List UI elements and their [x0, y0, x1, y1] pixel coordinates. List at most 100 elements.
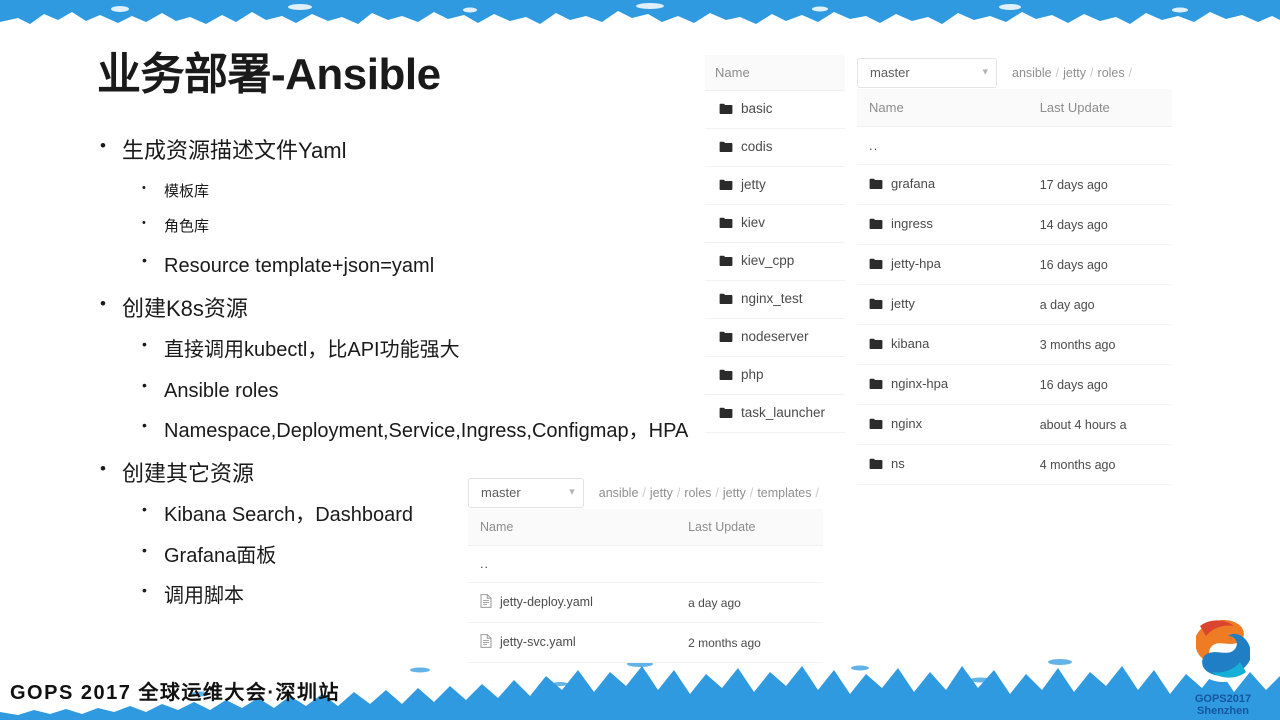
outline-l2-0-2: Resource template+json=yaml — [92, 251, 692, 279]
breadcrumb-item[interactable]: jetty — [650, 486, 673, 500]
file-name-label: kiev — [741, 215, 766, 230]
table-row[interactable]: jetty-svc.yaml 2 months ago — [468, 622, 823, 663]
file-table: Name Last Update .. grafana 17 days ago ing… — [857, 89, 1172, 485]
file-name-label: kiev_cpp — [741, 253, 795, 268]
logo-line-2: Shenzhen — [1197, 705, 1249, 718]
table-row[interactable]: basic — [705, 90, 845, 129]
folder-icon — [719, 407, 733, 422]
folder-icon — [719, 179, 733, 194]
outline-l2-1-1: Ansible roles — [92, 376, 692, 404]
last-update-cell: a day ago — [688, 582, 823, 623]
file-name-label: nginx-hpa — [891, 376, 949, 391]
footer-branding: GOPS 2017 全球运维大会·深圳站 — [10, 682, 341, 704]
file-name-cell[interactable]: grafana — [857, 164, 1040, 205]
empty-cell — [1039, 126, 1172, 165]
outline-l2-1-2: Namespace,Deployment,Service,Ingress,Con… — [92, 416, 692, 444]
column-header-name: Name — [468, 509, 689, 546]
file-name-cell[interactable]: jetty-svc.yaml — [468, 622, 689, 663]
outline-group-2: 创建K8s资源 直接调用kubectl，比API功能强大 Ansible rol… — [92, 293, 692, 445]
table-row[interactable]: nodeserver — [705, 318, 845, 357]
parent-directory-row[interactable]: .. — [468, 545, 823, 583]
branch-select[interactable]: master ▾ — [468, 477, 584, 508]
file-name-label: codis — [741, 139, 773, 154]
file-name-cell[interactable]: kiev_cpp — [705, 242, 845, 281]
last-update-cell: 3 months ago — [1039, 324, 1172, 365]
file-name-cell[interactable]: jetty — [705, 166, 845, 205]
folder-icon — [719, 293, 733, 308]
last-update-cell: 4 months ago — [1039, 444, 1172, 485]
file-table-head: Name Last Update — [857, 89, 1172, 127]
outline-l2-0-1: 角色库 — [92, 216, 692, 237]
file-name-label: grafana — [891, 176, 936, 191]
parent-directory-label[interactable]: .. — [857, 126, 1040, 165]
breadcrumb-item[interactable]: jetty — [1063, 66, 1086, 80]
file-name-label: nginx — [891, 416, 923, 431]
breadcrumb-item[interactable]: ansible — [1012, 66, 1052, 80]
file-name-cell[interactable]: basic — [705, 90, 845, 129]
table-row[interactable]: kibana 3 months ago — [857, 324, 1172, 365]
table-row[interactable]: jetty-hpa 16 days ago — [857, 244, 1172, 285]
breadcrumb[interactable]: ansible / jetty / roles / — [1012, 66, 1136, 80]
file-name-label: kibana — [891, 336, 930, 351]
table-row[interactable]: nginx_test — [705, 280, 845, 319]
breadcrumb-item[interactable]: ansible — [599, 486, 639, 500]
file-name-cell[interactable]: nginx_test — [705, 280, 845, 319]
breadcrumb-item[interactable]: roles — [684, 486, 711, 500]
folder-icon — [869, 458, 883, 473]
file-name-cell[interactable]: kiev — [705, 204, 845, 243]
empty-cell — [688, 545, 823, 583]
file-table-header-row: Name Last Update — [468, 509, 823, 546]
outline-l1-1: 创建K8s资源 — [92, 293, 692, 324]
table-row[interactable]: ns 4 months ago — [857, 444, 1172, 485]
table-row[interactable]: nginx about 4 hours a — [857, 404, 1172, 445]
folder-icon — [869, 418, 883, 433]
file-name-cell[interactable]: nginx-hpa — [857, 364, 1040, 405]
breadcrumb-separator: / — [642, 485, 646, 500]
templates-listing-panel: master ▾ ansible / jetty / roles / jetty / templ… — [468, 476, 823, 663]
file-name-cell[interactable]: nodeserver — [705, 318, 845, 357]
table-row[interactable]: grafana 17 days ago — [857, 164, 1172, 205]
table-row[interactable]: nginx-hpa 16 days ago — [857, 364, 1172, 405]
file-name-cell[interactable]: codis — [705, 128, 845, 167]
file-name-label: jetty-svc.yaml — [500, 635, 576, 649]
file-name-cell[interactable]: jetty-hpa — [857, 244, 1040, 285]
file-name-cell[interactable]: kibana — [857, 324, 1040, 365]
table-row[interactable]: jetty-deploy.yaml a day ago — [468, 582, 823, 623]
file-name-label: jetty-deploy.yaml — [500, 595, 593, 609]
folder-icon — [719, 369, 733, 384]
branch-select[interactable]: master ▾ — [857, 57, 997, 88]
file-name-label: jetty — [891, 296, 915, 311]
breadcrumb[interactable]: ansible / jetty / roles / jetty / templates / — [599, 486, 823, 500]
breadcrumb-item[interactable]: templates — [757, 486, 811, 500]
folder-icon — [869, 338, 883, 353]
parent-directory-row[interactable]: .. — [857, 126, 1172, 165]
last-update-cell: about 4 hours a — [1039, 404, 1172, 445]
file-table: Name basic codis jetty kiev kiev_cpp nginx_te… — [705, 55, 845, 433]
table-row[interactable]: kiev — [705, 204, 845, 243]
logo-line-1: GOPS2017 — [1194, 693, 1252, 705]
file-table-body: .. jetty-deploy.yaml a day ago jetty-svc.ya… — [468, 545, 823, 663]
table-row[interactable]: kiev_cpp — [705, 242, 845, 281]
file-name-label: jetty — [741, 177, 766, 192]
file-name-cell[interactable]: nginx — [857, 404, 1040, 445]
table-row[interactable]: jetty a day ago — [857, 284, 1172, 325]
file-name-cell[interactable]: ingress — [857, 204, 1040, 245]
table-row[interactable]: task_launcher — [705, 394, 845, 433]
last-update-cell: 16 days ago — [1039, 364, 1172, 405]
breadcrumb-item[interactable]: jetty — [723, 486, 746, 500]
table-row[interactable]: php — [705, 356, 845, 395]
table-row[interactable]: codis — [705, 128, 845, 167]
parent-directory-label[interactable]: .. — [468, 545, 689, 583]
breadcrumb-item[interactable]: roles — [1098, 66, 1125, 80]
table-row[interactable]: ingress 14 days ago — [857, 204, 1172, 245]
last-update-cell: 17 days ago — [1039, 164, 1172, 205]
file-name-cell[interactable]: jetty-deploy.yaml — [468, 582, 689, 623]
last-update-cell: 14 days ago — [1039, 204, 1172, 245]
file-name-cell[interactable]: task_launcher — [705, 394, 845, 433]
column-header-last-update: Last Update — [688, 509, 823, 546]
file-icon — [480, 634, 492, 651]
file-name-cell[interactable]: ns — [857, 444, 1040, 485]
table-row[interactable]: jetty — [705, 166, 845, 205]
file-name-cell[interactable]: php — [705, 356, 845, 395]
file-name-cell[interactable]: jetty — [857, 284, 1040, 325]
